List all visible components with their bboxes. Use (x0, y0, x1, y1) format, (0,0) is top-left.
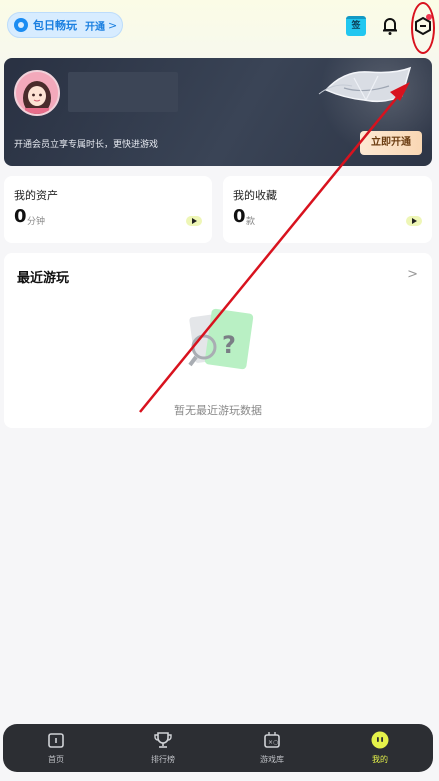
assets-unit: 分钟 (27, 217, 46, 227)
daily-pass-open-link[interactable]: 开通 (85, 18, 105, 33)
vip-banner[interactable]: 开通会员立享专属时长，更快进游戏 立即开通 (4, 58, 432, 166)
nav-mine-label: 我的 (372, 755, 388, 764)
avatar[interactable] (14, 70, 60, 116)
open-vip-button[interactable]: 立即开通 (360, 131, 422, 155)
assets-label: 我的资产 (14, 189, 58, 202)
empty-state-text: 暂无最近游玩数据 (174, 404, 262, 417)
recent-plays-card: 最近游玩 > ? 暂无最近游玩数据 (4, 253, 432, 428)
game-library-icon: ×○ (264, 732, 280, 748)
username-redacted (68, 72, 178, 112)
daily-pass-title: 包日畅玩 (33, 19, 77, 32)
assets-card[interactable]: 我的资产 0 分钟 (4, 176, 212, 243)
nav-mine[interactable]: 我的 (340, 724, 420, 772)
trophy-icon (154, 732, 172, 748)
sign-in-calendar-icon[interactable]: 签 (346, 16, 366, 36)
svg-text:×○: ×○ (268, 739, 278, 746)
chevron-right-icon[interactable]: > (407, 267, 418, 282)
bottom-navigation: 首页 排行榜 ×○ 游戏库 我的 (3, 724, 433, 772)
arrow-right-icon[interactable] (186, 216, 202, 226)
recent-plays-title: 最近游玩 (17, 271, 70, 286)
sign-in-label: 签 (351, 21, 361, 31)
nav-home-label: 首页 (48, 755, 64, 764)
daily-pass-pill[interactable]: 包日畅玩 开通 > (7, 12, 123, 38)
vip-promo-text: 开通会员立享专属时长，更快进游戏 (14, 140, 159, 150)
home-icon (48, 733, 64, 748)
avatar-illustration (16, 72, 58, 114)
favorites-label: 我的收藏 (233, 189, 277, 202)
nav-home[interactable]: 首页 (16, 724, 96, 772)
nav-ranking[interactable]: 排行榜 (123, 724, 203, 772)
favorites-value: 0 (233, 206, 246, 227)
nav-game-library[interactable]: ×○ 游戏库 (232, 724, 312, 772)
nav-game-library-label: 游戏库 (260, 755, 284, 764)
favorites-card[interactable]: 我的收藏 0 款 (223, 176, 432, 243)
nav-ranking-label: 排行榜 (151, 755, 175, 764)
vip-mask-artwork (318, 66, 412, 103)
profile-face-icon (371, 731, 389, 749)
chevron-right-icon: > (108, 18, 118, 32)
bell-icon[interactable] (381, 16, 399, 36)
daily-pass-icon (14, 18, 28, 32)
svg-text:?: ? (222, 331, 236, 359)
favorites-unit: 款 (246, 217, 256, 227)
assets-value: 0 (14, 206, 27, 227)
arrow-right-icon[interactable] (406, 216, 422, 226)
annotation-circle (411, 2, 435, 54)
empty-state-illustration: ? (188, 308, 254, 370)
